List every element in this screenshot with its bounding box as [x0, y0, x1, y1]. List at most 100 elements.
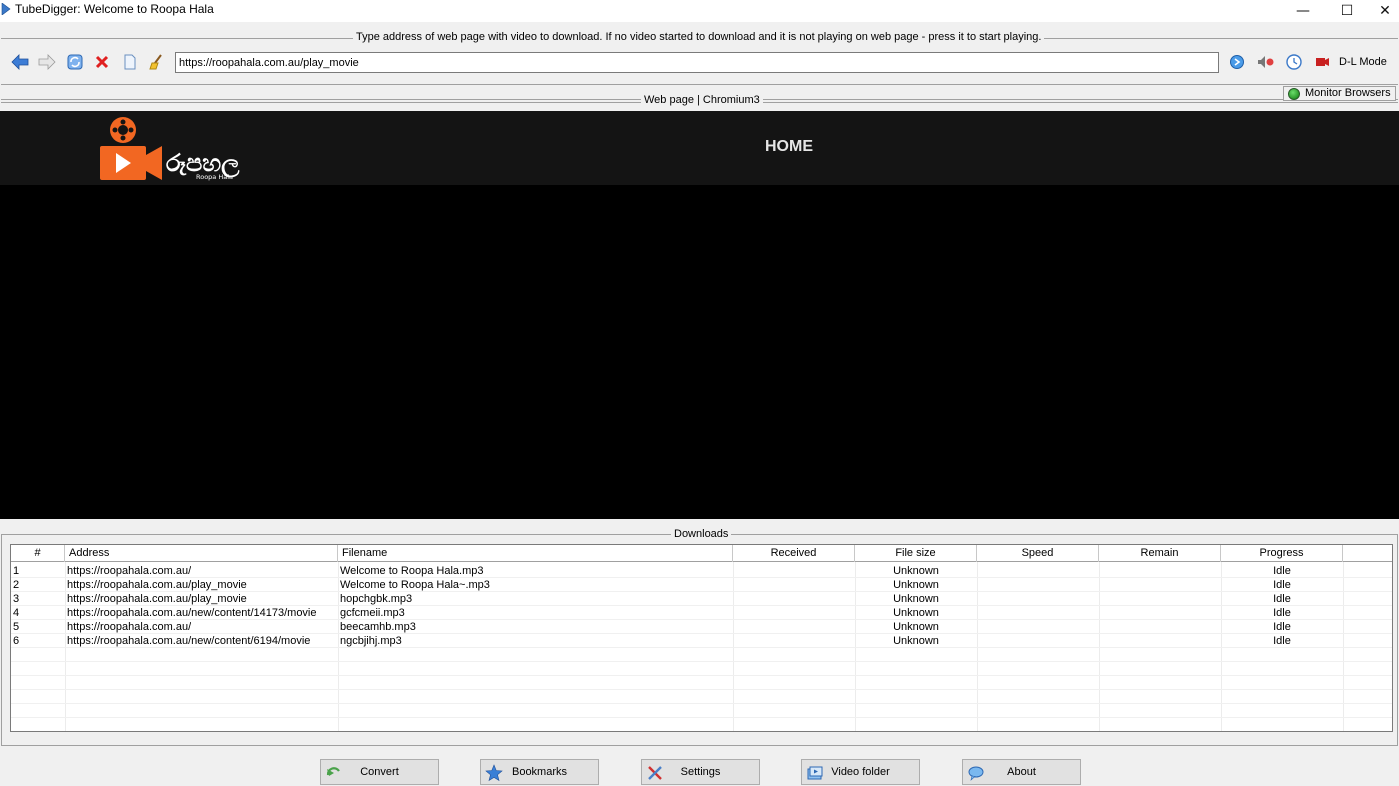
refresh-button[interactable]: [66, 53, 84, 71]
cell-filesize: Unknown: [893, 635, 939, 647]
clock-icon: [1286, 54, 1302, 70]
cell-filesize: Unknown: [893, 593, 939, 605]
cell-filename: Welcome to Roopa Hala~.mp3: [340, 579, 490, 591]
cell-address: https://roopahala.com.au/play_movie: [67, 579, 247, 591]
tubedigger-app-icon: [1, 3, 11, 15]
window-title: TubeDigger: Welcome to Roopa Hala: [15, 2, 214, 16]
convert-label: Convert: [360, 766, 399, 778]
refresh-icon: [67, 54, 83, 70]
dl-mode-label[interactable]: D-L Mode: [1339, 56, 1387, 68]
go-button[interactable]: [1228, 53, 1246, 71]
cell-number: 6: [13, 635, 20, 647]
empty-row: [11, 718, 1392, 731]
video-folder-button[interactable]: Video folder: [801, 759, 920, 785]
cell-filesize: Unknown: [893, 607, 939, 619]
cell-number: 4: [13, 607, 20, 619]
bookmarks-label: Bookmarks: [511, 766, 568, 778]
record-button[interactable]: [1313, 53, 1331, 71]
column-header-speed[interactable]: Speed: [977, 545, 1099, 562]
chat-bubble-icon: [968, 766, 984, 781]
cell-address: https://roopahala.com.au/: [67, 565, 192, 577]
cell-number: 1: [13, 565, 20, 577]
stop-icon: [95, 55, 109, 69]
bookmarks-button[interactable]: Bookmarks: [480, 759, 599, 785]
cell-number: 3: [13, 593, 20, 605]
downloads-table[interactable]: # Address Filename Received File size Sp…: [10, 544, 1393, 732]
table-row[interactable]: 4 https://roopahala.com.au/new/content/1…: [11, 606, 1392, 620]
star-icon: [485, 764, 503, 782]
title-bar: TubeDigger: Welcome to Roopa Hala — ☐ ✕: [0, 0, 1399, 22]
cell-filename: beecamhb.mp3: [340, 621, 416, 633]
cell-address: https://roopahala.com.au/new/content/619…: [67, 635, 311, 647]
cell-progress: Idle: [1273, 621, 1291, 633]
clock-button[interactable]: [1285, 53, 1303, 71]
site-header: රූපහල Roopa Hala HOME: [0, 111, 1399, 185]
page-icon: [124, 54, 136, 70]
cell-filesize: Unknown: [893, 565, 939, 577]
web-page-view[interactable]: රූපහල Roopa Hala HOME: [0, 111, 1399, 519]
url-input[interactable]: [175, 52, 1219, 73]
mute-button[interactable]: [1257, 53, 1275, 71]
go-icon: [1230, 55, 1244, 69]
column-header-progress[interactable]: Progress: [1221, 545, 1343, 562]
table-row[interactable]: 1 https://roopahala.com.au/ Welcome to R…: [11, 564, 1392, 578]
webview-caption: Web page | Chromium3: [641, 94, 763, 106]
cell-address: https://roopahala.com.au/new/content/141…: [67, 607, 317, 619]
table-row[interactable]: 6 https://roopahala.com.au/new/content/6…: [11, 634, 1392, 648]
monitor-browsers-label: Monitor Browsers: [1305, 87, 1391, 99]
cell-filename: ngcbjihj.mp3: [340, 635, 402, 647]
cell-filename: Welcome to Roopa Hala.mp3: [340, 565, 484, 577]
cell-progress: Idle: [1273, 593, 1291, 605]
nav-home-link[interactable]: HOME: [765, 138, 813, 156]
cell-progress: Idle: [1273, 579, 1291, 591]
monitor-browsers-button[interactable]: Monitor Browsers: [1283, 86, 1396, 101]
close-icon: ✕: [1379, 3, 1391, 19]
minimize-button[interactable]: —: [1280, 0, 1326, 22]
stop-button[interactable]: [93, 53, 111, 71]
settings-label: Settings: [680, 766, 721, 778]
downloads-caption: Downloads: [671, 528, 732, 540]
clear-button[interactable]: [148, 53, 166, 71]
column-header-address[interactable]: Address: [65, 545, 338, 562]
table-row[interactable]: 3 https://roopahala.com.au/play_movie ho…: [11, 592, 1392, 606]
roopa-hala-logo[interactable]: රූපහල Roopa Hala: [98, 115, 263, 183]
address-bar-caption: Type address of web page with video to d…: [353, 31, 1045, 43]
convert-button[interactable]: Convert: [320, 759, 439, 785]
maximize-icon: ☐: [1340, 3, 1354, 19]
close-button[interactable]: ✕: [1362, 0, 1399, 22]
table-row[interactable]: 2 https://roopahala.com.au/play_movie We…: [11, 578, 1392, 592]
empty-row: [11, 662, 1392, 676]
video-folder-icon: [807, 766, 823, 780]
convert-icon: [326, 767, 340, 776]
video-folder-label: Video folder: [831, 766, 890, 778]
status-light-icon: [1288, 88, 1300, 100]
about-label: About: [1007, 766, 1036, 778]
cell-progress: Idle: [1273, 565, 1291, 577]
cell-progress: Idle: [1273, 635, 1291, 647]
empty-row: [11, 704, 1392, 718]
page-button[interactable]: [121, 53, 139, 71]
clear-icon: [149, 54, 162, 70]
column-header-filesize[interactable]: File size: [855, 545, 977, 562]
column-header-filename[interactable]: Filename: [338, 545, 733, 562]
cell-number: 2: [13, 579, 20, 591]
cell-filesize: Unknown: [893, 579, 939, 591]
cell-filename: gcfcmeii.mp3: [340, 607, 405, 619]
forward-button[interactable]: [38, 53, 56, 71]
back-icon: [11, 54, 29, 70]
column-header-received[interactable]: Received: [733, 545, 855, 562]
record-icon: [1316, 58, 1329, 66]
cell-progress: Idle: [1273, 607, 1291, 619]
table-row[interactable]: 5 https://roopahala.com.au/ beecamhb.mp3…: [11, 620, 1392, 634]
column-header-number[interactable]: #: [11, 545, 65, 562]
downloads-table-header: # Address Filename Received File size Sp…: [11, 545, 1392, 562]
empty-row: [11, 676, 1392, 690]
back-button[interactable]: [11, 53, 29, 71]
about-button[interactable]: About: [962, 759, 1081, 785]
column-header-remain[interactable]: Remain: [1099, 545, 1221, 562]
minimize-icon: —: [1296, 3, 1310, 19]
cell-address: https://roopahala.com.au/: [67, 621, 192, 633]
tools-icon: [648, 766, 662, 780]
empty-row: [11, 690, 1392, 704]
settings-button[interactable]: Settings: [641, 759, 760, 785]
